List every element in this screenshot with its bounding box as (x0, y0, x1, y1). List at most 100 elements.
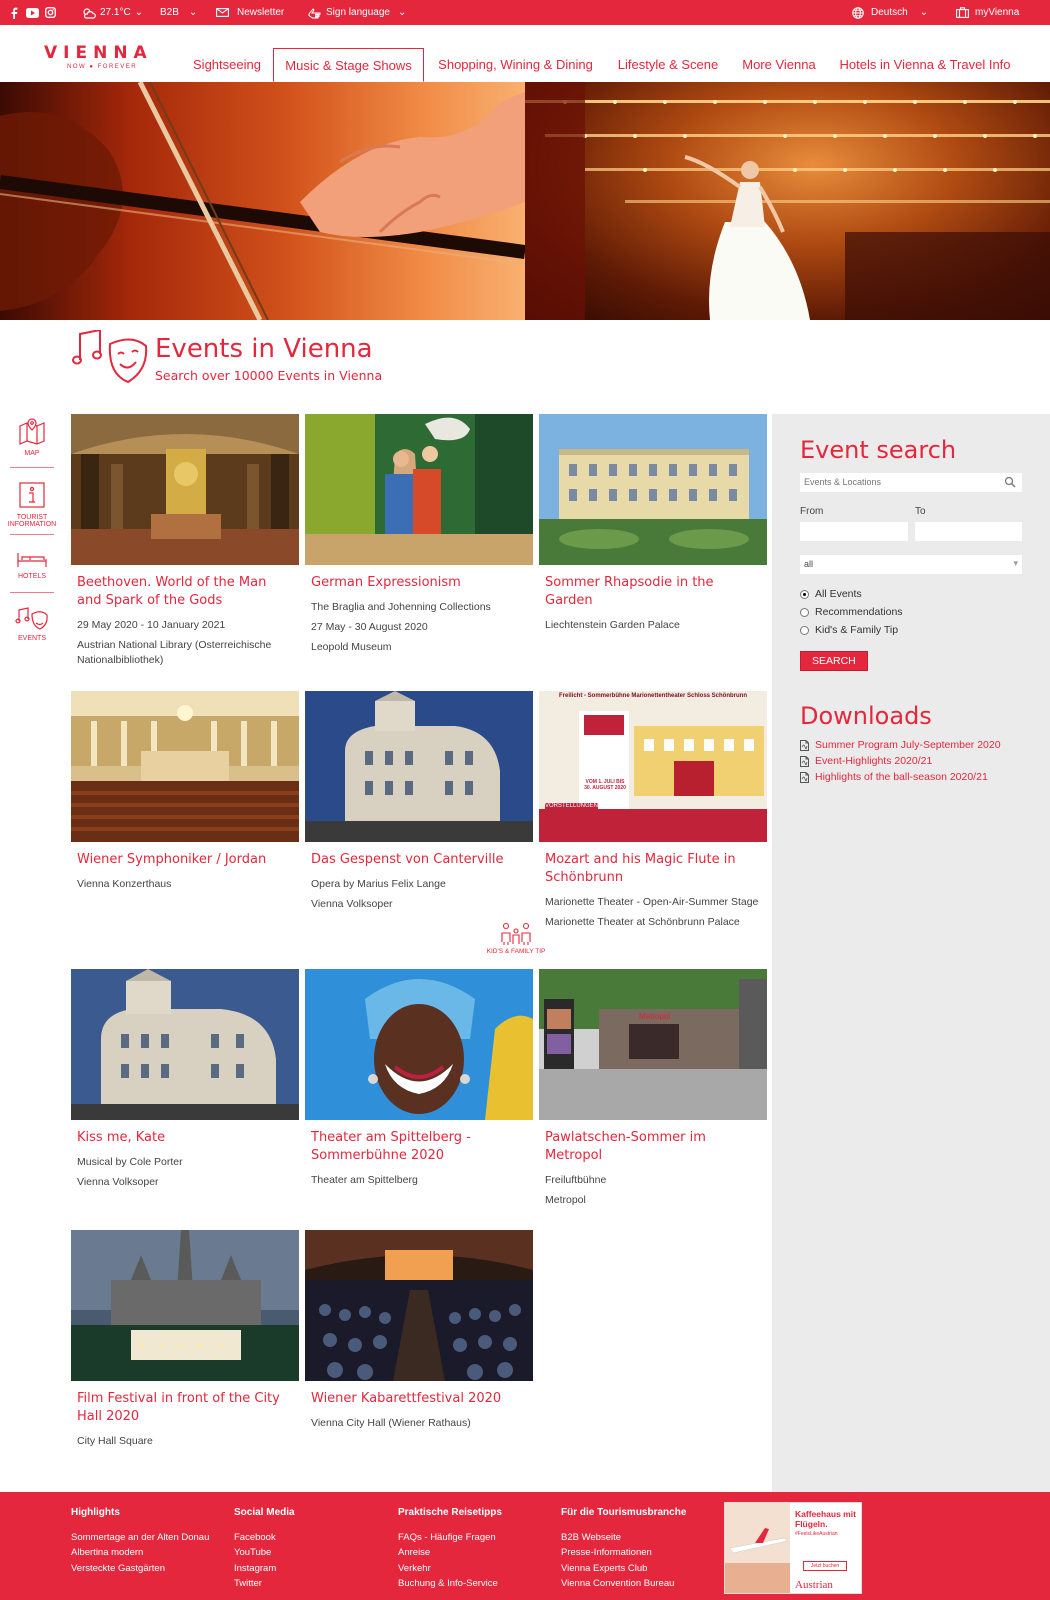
pdf-icon (800, 755, 809, 767)
radio-button[interactable] (800, 607, 809, 617)
ad-headline: Kaffeehaus mit Flügeln. (795, 1509, 856, 1529)
ad-hashtag: #FeelsLikeAustrian (795, 1531, 838, 1537)
logo-wordmark: VIENNA (44, 43, 153, 63)
event-card[interactable]: Beethoven. World of the Man and Spark of… (71, 414, 299, 668)
suitcase-icon (956, 7, 969, 18)
download-link[interactable]: Highlights of the ball-season 2020/21 (800, 771, 988, 783)
language-dropdown[interactable]: Deutsch ⌄ (852, 0, 928, 25)
nav-sightseeing[interactable]: Sightseeing (182, 48, 272, 80)
kids-family-tip-badge: KID'S & FAMILY TIP (487, 922, 545, 955)
myvienna-link[interactable]: myVienna (956, 0, 1019, 25)
event-card[interactable]: Metropol Pawlatschen-Sommer im Metropol … (539, 969, 767, 1208)
event-image-konzerthaus (71, 691, 299, 842)
vienna-logo[interactable]: VIENNA NOW ● FOREVER (44, 45, 154, 75)
footer-heading: Social Media (234, 1507, 295, 1518)
to-date-field[interactable] (915, 522, 1022, 541)
nav-lifestyle-scene[interactable]: Lifestyle & Scene (610, 48, 726, 80)
event-title[interactable]: German Expressionism (311, 574, 527, 592)
event-card[interactable]: Kiss me, Kate Musical by Cole Porter Vien… (71, 969, 299, 1190)
nav-more-vienna[interactable]: More Vienna (735, 48, 823, 80)
event-card[interactable]: Sommer Rhapsodie in the Garden Liechtens… (539, 414, 767, 633)
category-select-value: all (804, 559, 814, 569)
sidenav-info-label: TOURIST INFORMATION (7, 514, 57, 528)
footer-link[interactable]: B2B Webseite (561, 1530, 686, 1546)
footer-link[interactable]: Vienna Experts Club (561, 1561, 686, 1577)
footer-link[interactable]: Presse-Informationen (561, 1545, 686, 1561)
download-link[interactable]: Event-Highlights 2020/21 (800, 755, 932, 767)
sidenav-map[interactable]: MAP (6, 416, 58, 468)
event-title[interactable]: Pawlatschen-Sommer im Metropol (545, 1129, 761, 1165)
b2b-dropdown[interactable]: B2B ⌄ (160, 0, 197, 25)
event-title[interactable]: Kiss me, Kate (77, 1129, 293, 1147)
download-label: Highlights of the ball-season 2020/21 (815, 771, 988, 783)
search-button[interactable]: SEARCH (800, 651, 868, 671)
event-title[interactable]: Beethoven. World of the Man and Spark of… (77, 574, 293, 610)
footer-link[interactable]: Versteckte Gastgärten (71, 1561, 209, 1577)
footer-link[interactable]: YouTube (234, 1545, 295, 1561)
event-image-volksoper-2 (71, 969, 299, 1120)
nav-music-stage-shows[interactable]: Music & Stage Shows (273, 48, 424, 82)
event-image-beethoven (71, 414, 299, 565)
weather-widget[interactable]: 27.1°C ⌄ (82, 0, 143, 25)
footer-link[interactable]: Verkehr (398, 1561, 502, 1577)
event-card[interactable]: German Expressionism The Braglia and Joh… (305, 414, 533, 655)
footer-heading: Für die Tourismusbranche (561, 1507, 687, 1518)
footer-link[interactable]: Buchung & Info-Service (398, 1576, 502, 1592)
download-link[interactable]: Summer Program July-September 2020 (800, 739, 1001, 751)
event-subtitle: The Braglia and Johenning Collections (311, 601, 491, 613)
event-image-volksoper (305, 691, 533, 842)
instagram-icon[interactable] (45, 0, 56, 25)
main-header: VIENNA NOW ● FOREVER Sightseeing Music &… (0, 25, 1050, 82)
event-card[interactable]: Wiener Kabarettfestival 2020 Vienna City… (305, 1230, 533, 1431)
page-subtitle: Search over 10000 Events in Vienna (155, 368, 383, 383)
footer-link[interactable]: Anreise (398, 1545, 502, 1561)
event-title[interactable]: Film Festival in front of the City Hall … (77, 1390, 293, 1426)
ad-cta-button[interactable]: Jetzt buchen (803, 1561, 847, 1571)
footer-link[interactable]: FAQs - Häufige Fragen (398, 1530, 502, 1546)
footer-link[interactable]: Instagram (234, 1561, 295, 1577)
nav-shopping-wining-dining[interactable]: Shopping, Wining & Dining (430, 48, 601, 80)
footer-link[interactable]: Facebook (234, 1530, 295, 1546)
event-card[interactable]: Wiener Symphoniker / Jordan Vienna Konze… (71, 691, 299, 892)
event-title[interactable]: Das Gespenst von Canterville (311, 851, 527, 869)
sign-language-dropdown[interactable]: Sign language ⌄ (308, 0, 406, 25)
footer-link[interactable]: Vienna Convention Bureau (561, 1576, 686, 1592)
event-title[interactable]: Theater am Spittelberg - Sommerbühne 202… (311, 1129, 527, 1165)
from-date-field[interactable] (800, 522, 908, 541)
to-label: To (915, 506, 926, 517)
youtube-icon[interactable] (26, 0, 39, 25)
nav-hotels-travel-info[interactable]: Hotels in Vienna & Travel Info (832, 48, 1018, 80)
sidenav-hotels[interactable]: HOTELS (6, 535, 58, 593)
radio-button[interactable] (800, 589, 809, 599)
sidenav-events[interactable]: EVENTS (6, 593, 58, 653)
footer-link[interactable]: Albertina modern (71, 1545, 209, 1561)
weather-temperature: 27.1°C (100, 7, 131, 18)
search-input[interactable]: Events & Locations (800, 473, 1022, 492)
search-icon[interactable] (1004, 476, 1016, 488)
event-title[interactable]: Wiener Kabarettfestival 2020 (311, 1390, 527, 1408)
radio-button[interactable] (800, 625, 809, 635)
event-title[interactable]: Mozart and his Magic Flute in Schönbrunn (545, 851, 761, 887)
event-title[interactable]: Wiener Symphoniker / Jordan (77, 851, 293, 869)
hand-icon (308, 7, 321, 18)
footer-link[interactable]: Sommertage an der Alten Donau (71, 1530, 209, 1546)
austrian-airlines-ad[interactable]: Kaffeehaus mit Flügeln. #FeelsLikeAustri… (724, 1502, 862, 1594)
bed-icon (17, 553, 47, 567)
radio-recommendations[interactable]: Recommendations (800, 606, 903, 618)
radio-kids-family-tip[interactable]: Kid's & Family Tip (800, 624, 898, 636)
event-card[interactable]: Theater am Spittelberg - Sommerbühne 202… (305, 969, 533, 1188)
radio-label: Recommendations (815, 606, 903, 618)
event-card[interactable]: Das Gespenst von Canterville Opera by Ma… (305, 691, 533, 912)
newsletter-link[interactable]: Newsletter (216, 0, 284, 25)
footer-link[interactable]: Twitter (234, 1576, 295, 1592)
category-select[interactable]: all ▾ (800, 555, 1022, 574)
sidenav-map-label: MAP (24, 450, 40, 457)
radio-all-events[interactable]: All Events (800, 588, 862, 600)
chevron-down-icon: ⌄ (188, 7, 198, 18)
pdf-icon (800, 771, 809, 783)
sidenav-tourist-information[interactable]: TOURIST INFORMATION (6, 468, 58, 535)
facebook-icon[interactable] (10, 0, 18, 25)
event-card[interactable]: Film Festival in front of the City Hall … (71, 1230, 299, 1449)
event-title[interactable]: Sommer Rhapsodie in the Garden (545, 574, 761, 610)
event-card[interactable]: Freilicht - Sommerbühne Marionettentheat… (539, 691, 767, 930)
